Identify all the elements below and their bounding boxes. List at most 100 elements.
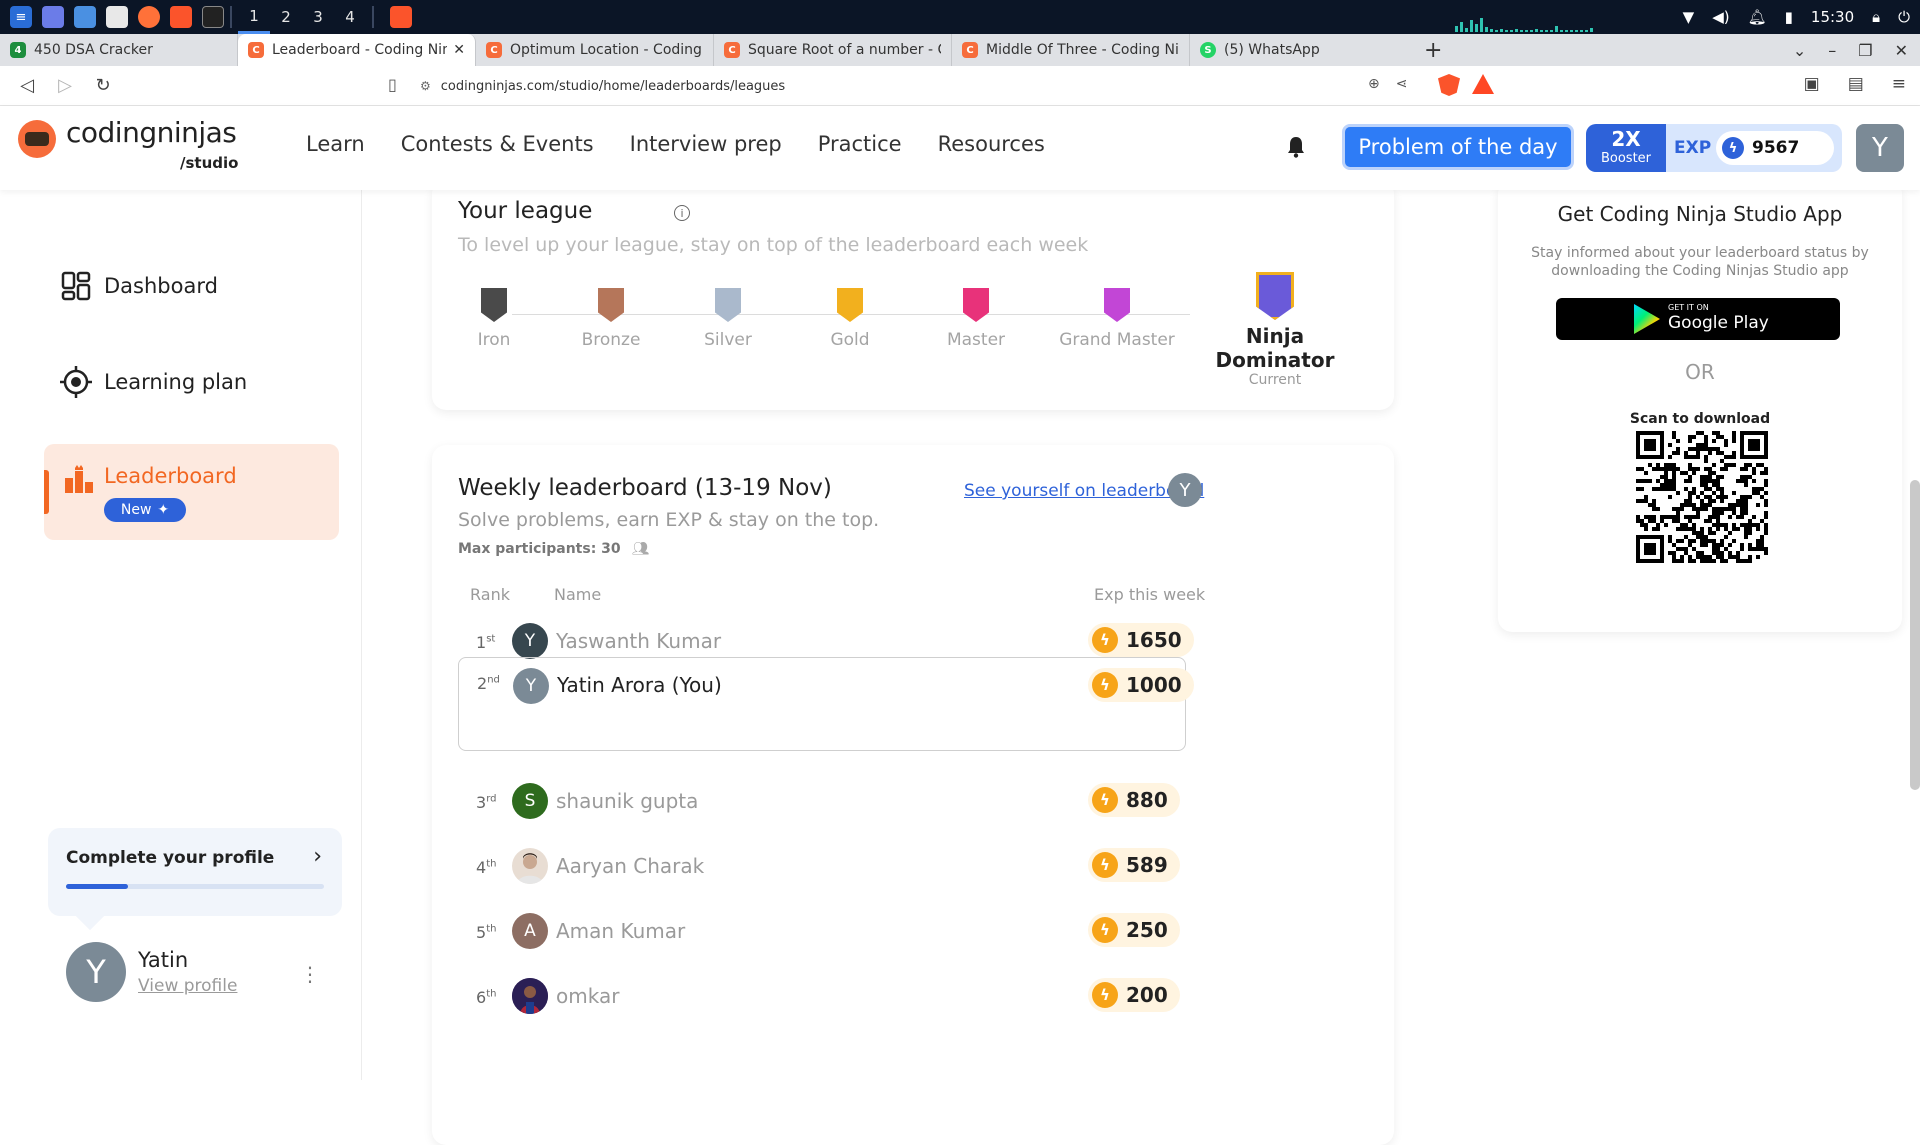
- exp-value: 200: [1126, 983, 1168, 1007]
- browser-tab[interactable]: C Square Root of a number - Co: [714, 34, 952, 66]
- nav-contests-events[interactable]: Contests & Events: [401, 132, 594, 156]
- row-avatar: Y: [512, 623, 548, 659]
- workspace-2[interactable]: 2: [270, 0, 302, 34]
- nav-resources[interactable]: Resources: [938, 132, 1045, 156]
- tab-favicon-icon: C: [724, 42, 740, 58]
- max-participants-text: Max participants: 30: [458, 541, 621, 557]
- problem-of-the-day-button[interactable]: Problem of the day: [1342, 124, 1574, 170]
- row-avatar: Y: [513, 668, 549, 704]
- firefox-icon[interactable]: [138, 6, 160, 28]
- forward-icon[interactable]: ▷: [54, 75, 76, 96]
- browser-tab[interactable]: S (5) WhatsApp: [1190, 34, 1410, 66]
- complete-profile-card[interactable]: Complete your profile ›: [48, 828, 342, 931]
- exp-booster-widget[interactable]: 2X Booster EXP ϟ 9567: [1586, 124, 1842, 172]
- profile-progress-bar: [66, 884, 324, 889]
- nav-interview-prep[interactable]: Interview prep: [630, 132, 782, 156]
- brave-window-icon[interactable]: [390, 6, 412, 28]
- user-avatar-button[interactable]: Y: [1856, 124, 1904, 172]
- tab-close-icon[interactable]: ✕: [453, 42, 465, 58]
- app-menu-icon[interactable]: ≡: [10, 6, 32, 28]
- file-manager-icon[interactable]: [74, 6, 96, 28]
- table-row-current-user[interactable]: 2nd Y Yatin Arora (You) ϟ 1000: [458, 657, 1194, 751]
- terminal-icon[interactable]: [202, 6, 224, 28]
- back-icon[interactable]: ◁: [16, 75, 38, 96]
- gold-shield-icon: [837, 288, 863, 322]
- sidebar-item-dashboard[interactable]: Dashboard: [60, 270, 218, 302]
- desktop-icon[interactable]: [42, 6, 64, 28]
- url-field[interactable]: ⚙ codingninjas.com/studio/home/leaderboa…: [420, 72, 1420, 100]
- notification-bell-icon[interactable]: [1286, 136, 1306, 158]
- league-tier-label: Bronze: [581, 330, 641, 350]
- brave-icon[interactable]: [170, 6, 192, 28]
- rank-number: 3: [476, 793, 487, 812]
- rank-suffix: th: [486, 858, 497, 870]
- minimize-icon[interactable]: –: [1828, 41, 1836, 60]
- sidebar-item-learning-plan[interactable]: Learning plan: [60, 366, 247, 398]
- site-header: codingninjas /studio Learn Contests & Ev…: [0, 106, 1920, 190]
- row-name: Yatin Arora (You): [557, 673, 722, 697]
- nav-practice[interactable]: Practice: [818, 132, 902, 156]
- table-row[interactable]: 6th omkar ϟ 200: [458, 964, 1186, 1040]
- close-window-icon[interactable]: ✕: [1895, 41, 1908, 60]
- app-card-description: Stay informed about your leaderboard sta…: [1531, 245, 1869, 279]
- more-options-icon[interactable]: ⋮: [300, 962, 320, 986]
- brave-rewards-icon[interactable]: [1472, 74, 1494, 94]
- league-tier-bronze: Bronze: [551, 288, 671, 350]
- battery-icon[interactable]: ▮: [1785, 8, 1793, 26]
- view-profile-link[interactable]: View profile: [138, 976, 237, 996]
- site-info-icon[interactable]: ⚙: [420, 79, 431, 93]
- browser-toolbar-right: ▣ ▤ ≡: [1804, 74, 1906, 94]
- zoom-icon[interactable]: ⊕: [1368, 76, 1380, 92]
- league-tier-gold: Gold: [790, 288, 910, 350]
- google-play-small-text: GET IT ON: [1668, 303, 1709, 312]
- google-play-button[interactable]: GET IT ON Google Play: [1556, 298, 1840, 340]
- workspace-3[interactable]: 3: [302, 0, 334, 34]
- browser-tab[interactable]: 4 450 DSA Cracker: [0, 34, 238, 66]
- text-editor-icon[interactable]: [106, 6, 128, 28]
- brave-shields-icon[interactable]: [1438, 74, 1460, 96]
- lock-icon[interactable]: 🔒︎: [1872, 8, 1880, 26]
- restore-icon[interactable]: ❐: [1858, 41, 1872, 60]
- wallet-icon[interactable]: ▤: [1848, 74, 1864, 94]
- browser-tab-active[interactable]: C Leaderboard - Coding Nin ✕: [238, 34, 476, 66]
- user-avatar[interactable]: Y: [66, 942, 126, 1002]
- tab-title: Square Root of a number - Co: [748, 42, 941, 58]
- menu-icon[interactable]: ≡: [1892, 74, 1906, 94]
- logo-text[interactable]: codingninjas: [66, 116, 237, 149]
- lightning-icon: ϟ: [1092, 672, 1118, 698]
- clock[interactable]: 15:30: [1811, 8, 1854, 26]
- reload-icon[interactable]: ↻: [92, 75, 114, 96]
- browser-tab[interactable]: C Optimum Location - Coding N: [476, 34, 714, 66]
- tab-title: 450 DSA Cracker: [34, 42, 153, 58]
- workspace-4[interactable]: 4: [334, 0, 366, 34]
- sidebar-toggle-icon[interactable]: ▣: [1804, 74, 1820, 94]
- tab-list-icon[interactable]: ⌄: [1793, 41, 1806, 60]
- row-name: shaunik gupta: [556, 789, 699, 813]
- power-icon[interactable]: ⏻: [1898, 8, 1910, 26]
- ninja-dominator-shield-icon: [1256, 272, 1294, 320]
- sparkle-icon: ✦: [157, 502, 170, 518]
- coding-ninjas-logo-icon[interactable]: [18, 120, 56, 158]
- workspace-1[interactable]: 1: [238, 0, 270, 34]
- wifi-icon[interactable]: ▼: [1683, 8, 1695, 26]
- scrollbar-thumb[interactable]: [1910, 480, 1920, 790]
- volume-icon[interactable]: ◀): [1712, 8, 1729, 26]
- logo-subtitle: /studio: [180, 154, 239, 172]
- info-icon[interactable]: i: [674, 205, 690, 221]
- league-tier-label: Grand Master: [1059, 330, 1175, 350]
- browser-tab[interactable]: C Middle Of Three - Coding Ninj: [952, 34, 1190, 66]
- nav-learn[interactable]: Learn: [306, 132, 365, 156]
- rank-cell: 5th: [476, 923, 496, 942]
- sidebar-item-leaderboard[interactable]: Leaderboard New ✦: [44, 444, 339, 540]
- notification-icon[interactable]: 🔔︎: [1748, 8, 1767, 26]
- tab-favicon-icon: C: [248, 42, 264, 58]
- os-taskbar: ≡ 1 2 3 4 ▼ ◀) 🔔︎ ▮ 15:30 🔒︎ ⏻: [0, 0, 1920, 34]
- tab-favicon-icon: C: [962, 42, 978, 58]
- bookmark-icon[interactable]: ▯: [388, 75, 397, 94]
- rank-number: 2: [477, 674, 488, 693]
- url-tools: ⊕ ⋖: [1368, 76, 1407, 92]
- get-app-card: Get Coding Ninja Studio App Stay informe…: [1498, 180, 1902, 632]
- share-icon[interactable]: ⋖: [1396, 76, 1408, 92]
- new-tab-icon[interactable]: +: [1424, 38, 1442, 63]
- see-yourself-avatar[interactable]: Y: [1168, 473, 1202, 507]
